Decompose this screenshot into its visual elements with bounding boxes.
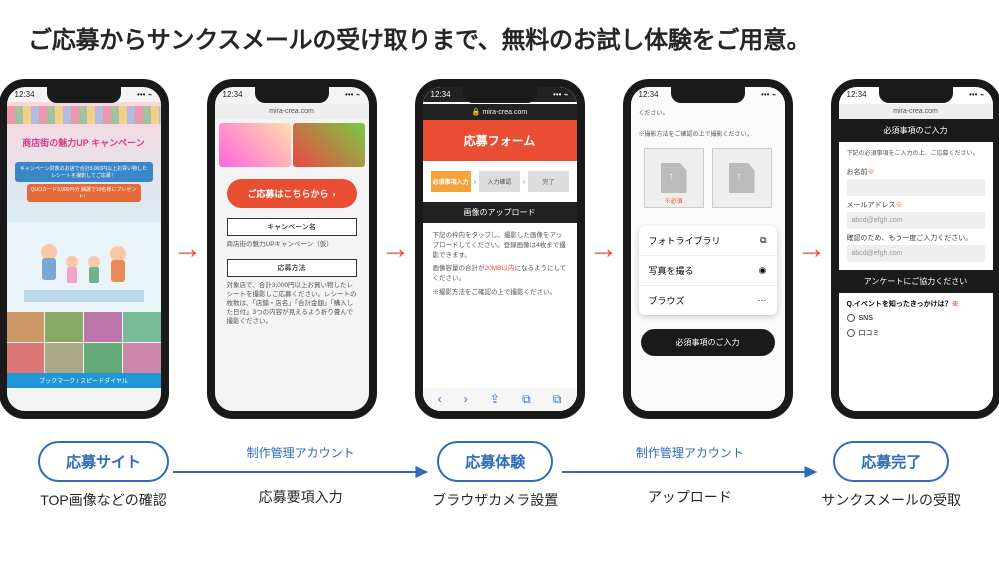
family-illustration xyxy=(7,222,161,312)
nav-share-icon[interactable]: ⇪ xyxy=(490,392,500,407)
name-label: お名前※ xyxy=(839,163,993,179)
address-bar: ブックマーク / スピードダイヤル xyxy=(7,373,161,388)
flow-arrow-1: 制作管理アカウント 応募要項入力 xyxy=(173,444,428,507)
flow-oval-complete: 応募完了 xyxy=(833,441,949,482)
name-input[interactable] xyxy=(847,179,985,196)
required-header: 必須事項のご入力 xyxy=(839,119,993,142)
arrow-icon: → xyxy=(381,234,411,264)
menu-take-photo[interactable]: 写真を撮る◉ xyxy=(639,256,777,286)
survey-opt-kuchikomi[interactable]: 口コミ xyxy=(839,325,993,341)
status-icons: ••• ⌁ xyxy=(137,90,152,99)
radio-icon xyxy=(847,329,855,337)
form-header: 応募フォーム xyxy=(423,120,577,161)
nav-forward-icon[interactable]: › xyxy=(464,392,468,407)
upload-header: 画像のアップロード xyxy=(423,202,577,223)
browser-nav[interactable]: ‹ › ⇪ ⧉ ⧉ xyxy=(423,388,577,411)
upload-note-2: ※撮影方法をご確認の上で撮影ください。 xyxy=(631,123,785,144)
apply-cta-button[interactable]: ご応募はこちらから› xyxy=(227,179,357,208)
menu-photo-library[interactable]: フォトライブラリ⧉ xyxy=(639,226,777,256)
flow-arrow-2: 制作管理アカウント アップロード xyxy=(562,444,817,507)
required-lead: 下記の必須事項をご入力の上、ご応募ください。 xyxy=(839,142,993,163)
photo-row xyxy=(215,119,369,171)
campaign-sub2: QUOカード3,000円分 抽選で10名様にプレゼント！ xyxy=(27,184,141,202)
survey-header: アンケートにご協力ください xyxy=(839,270,993,293)
apply-method-text: 対象店で、合計3,000円以上お買い物したレシートを撮影しご応募ください。レシー… xyxy=(227,281,357,326)
phone-1: 12:34 ••• ⌁ 商店街の魅力UP キャンペーン キャンペーン対象のお店で合… xyxy=(0,79,169,419)
upload-note-1: ください。 xyxy=(631,102,785,123)
radio-icon xyxy=(847,314,855,322)
flow-oval-experience: 応募体験 xyxy=(437,441,553,482)
step-2: 入力確認 xyxy=(479,171,519,192)
flow-node-2: 応募体験 ブラウザカメラ設置 xyxy=(432,441,558,510)
apply-method-label: 応募方法 xyxy=(227,259,357,277)
campaign-title: 商店街の魅力UP キャンペーン xyxy=(7,136,161,149)
survey-q1: Q.イベントを知ったきっかけは？※ xyxy=(839,293,993,311)
file-upload-box[interactable]: ※必須 xyxy=(644,148,704,208)
step-3: 完了 xyxy=(528,171,568,192)
arrow-icon: → xyxy=(797,234,827,264)
flow-node-3: 応募完了 サンクスメールの受取 xyxy=(821,441,961,510)
nav-back-icon[interactable]: ‹ xyxy=(438,392,442,407)
upload-body: 下記の枠内をタップし、撮影した画像をアップロードしてください。登録画像は4枚まで… xyxy=(423,223,577,306)
status-time: 12:34 xyxy=(15,90,35,99)
more-icon: ⋯ xyxy=(758,295,767,306)
photo-library-icon: ⧉ xyxy=(760,235,766,246)
url-bar: 🔒 mira-crea.com xyxy=(423,104,577,120)
photo-source-menu: フォトライブラリ⧉ 写真を撮る◉ ブラウズ⋯ xyxy=(639,226,777,315)
thumbnail-grid xyxy=(7,312,161,373)
flow-oval-site: 応募サイト xyxy=(38,441,169,482)
campaign-name-text: 商店街の魅力UPキャンペーン（仮） xyxy=(227,240,357,249)
required-input-button[interactable]: 必須事項のご入力 xyxy=(641,329,775,356)
email-label: メールアドレス※ xyxy=(839,196,993,212)
file-upload-icon xyxy=(661,163,687,193)
email-input[interactable]: abcd@efgh.com xyxy=(847,212,985,229)
email-confirm-input[interactable]: abcd@efgh.com xyxy=(847,245,985,262)
phone-4: 12:34••• ⌁ ください。 ※撮影方法をご確認の上で撮影ください。 ※必須… xyxy=(623,79,793,419)
camera-icon: ◉ xyxy=(759,265,767,276)
campaign-sub1: キャンペーン対象のお店で合計3,000円以上お買い物したレシートを撮影してご応募… xyxy=(15,162,153,182)
arrow-icon: → xyxy=(173,234,203,264)
flow-node-1: 応募サイト TOP画像などの確認 xyxy=(38,441,169,510)
campaign-name-label: キャンペーン名 xyxy=(227,218,357,236)
page-headline: ご応募からサンクスメールの受け取りまで、無料のお試し体験をご用意。 xyxy=(28,20,971,55)
email-confirm-label: 確認のため、もう一度ご入力ください。 xyxy=(839,229,993,245)
arrow-icon: → xyxy=(589,234,619,264)
url-bar: mira-crea.com xyxy=(839,104,993,119)
url-bar: mira-crea.com xyxy=(215,104,369,119)
phones-row: 12:34••• ⌁ 商店街の魅力UP キャンペーン キャンペーン対象のお店で合… xyxy=(28,79,971,419)
phone-2: 12:34••• ⌁ mira-crea.com ご応募はこちらから› キャンペ… xyxy=(207,79,377,419)
file-upload-icon xyxy=(729,163,755,193)
phone-5: 12:34••• ⌁ mira-crea.com 必須事項のご入力 下記の必須事… xyxy=(831,79,999,419)
step-1: 必須事項入力 xyxy=(431,171,471,192)
survey-opt-sns[interactable]: SNS xyxy=(839,311,993,325)
flow-diagram: 応募サイト TOP画像などの確認 制作管理アカウント 応募要項入力 応募体験 ブ… xyxy=(28,441,971,510)
step-indicator: 必須事項入力 › 入力確認 › 完了 xyxy=(423,161,577,202)
campaign-banner: 商店街の魅力UP キャンペーン キャンペーン対象のお店で合計3,000円以上お買… xyxy=(7,102,161,222)
file-upload-box[interactable] xyxy=(712,148,772,208)
menu-browse[interactable]: ブラウズ⋯ xyxy=(639,286,777,315)
phone-3: 12:34••• ⌁ 🔒 mira-crea.com 応募フォーム 必須事項入力… xyxy=(415,79,585,419)
nav-bookmarks-icon[interactable]: ⧉ xyxy=(522,392,531,407)
chevron-right-icon: › xyxy=(333,189,336,199)
nav-tabs-icon[interactable]: ⧉ xyxy=(553,392,562,407)
